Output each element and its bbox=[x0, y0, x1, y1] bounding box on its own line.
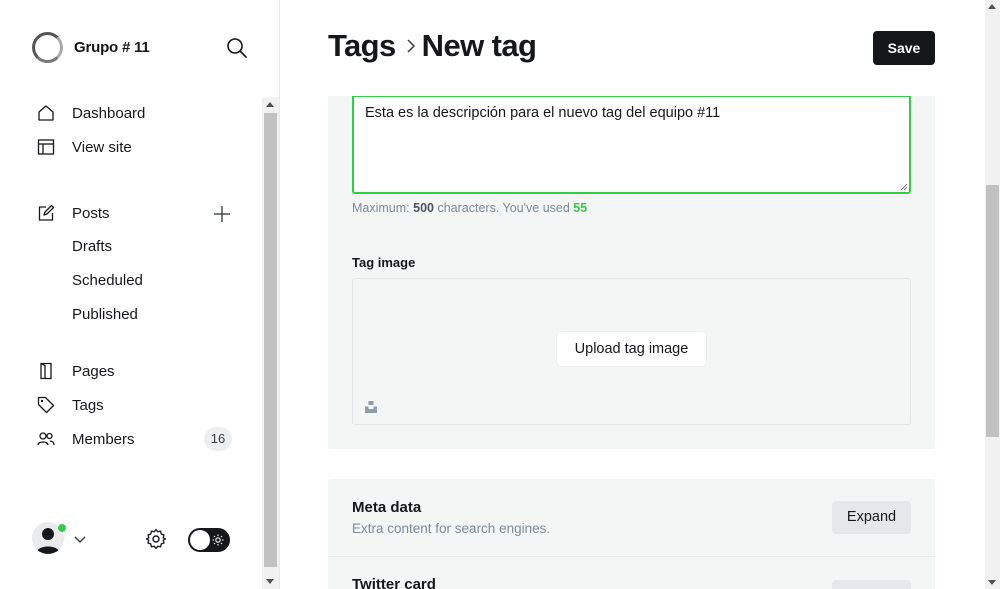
meta-data-title: Meta data bbox=[352, 499, 422, 516]
nav-members-label: Members bbox=[72, 430, 135, 448]
main-scroll-up-arrow[interactable] bbox=[988, 4, 996, 9]
hint-middle: characters. You've used bbox=[433, 201, 574, 215]
sidebar-footer bbox=[32, 522, 232, 558]
page-title-text: New tag bbox=[421, 28, 537, 63]
chevron-right-icon bbox=[407, 39, 415, 53]
hint-max: 500 bbox=[413, 201, 434, 215]
resize-grip-icon[interactable] bbox=[900, 183, 908, 191]
nav-view-site-label: View site bbox=[72, 138, 132, 156]
nav-posts-label: Posts bbox=[72, 204, 110, 222]
sun-icon bbox=[212, 534, 224, 546]
members-count-badge: 16 bbox=[204, 427, 232, 451]
page-icon bbox=[36, 361, 56, 381]
nav-drafts[interactable]: Drafts bbox=[72, 236, 112, 258]
main-scrollbar[interactable] bbox=[985, 0, 1000, 589]
page-title: Tags New tag bbox=[328, 28, 537, 64]
chevron-down-icon[interactable] bbox=[73, 532, 87, 546]
meta-data-expand-button[interactable]: Expand bbox=[832, 501, 911, 534]
breadcrumb-tags[interactable]: Tags bbox=[328, 28, 396, 64]
scroll-up-arrow[interactable] bbox=[266, 102, 274, 107]
sidebar-scrollbar[interactable] bbox=[262, 97, 279, 589]
main-content: Esta es la descripción para el nuevo tag… bbox=[280, 0, 985, 589]
site-logo bbox=[32, 32, 63, 63]
page-header: Tags New tag Save bbox=[280, 0, 985, 96]
nav-published[interactable]: Published bbox=[72, 304, 138, 326]
search-icon[interactable] bbox=[226, 37, 248, 59]
meta-sections-card: Meta data Extra content for search engin… bbox=[328, 479, 935, 589]
sidebar: Grupo # 11 Dashboard View site Posts Dra… bbox=[0, 0, 280, 589]
edit-icon bbox=[36, 203, 56, 223]
site-brand[interactable]: Grupo # 11 bbox=[32, 32, 150, 63]
nav-scheduled[interactable]: Scheduled bbox=[72, 270, 143, 292]
upload-tag-image-button[interactable]: Upload tag image bbox=[557, 332, 706, 366]
hint-used-count: 55 bbox=[573, 201, 588, 215]
nav-tags[interactable]: Tags bbox=[36, 394, 104, 416]
scrollbar-thumb[interactable] bbox=[264, 113, 277, 567]
main-scroll-down-arrow[interactable] bbox=[988, 580, 996, 585]
scroll-down-arrow[interactable] bbox=[266, 579, 274, 584]
character-count-hint: Maximum: 500 characters. You've used 55 bbox=[352, 201, 587, 215]
twitter-card-expand-button[interactable] bbox=[832, 580, 911, 589]
online-status-dot bbox=[57, 523, 67, 533]
save-button[interactable]: Save bbox=[873, 31, 935, 65]
home-icon bbox=[36, 103, 56, 123]
toggle-knob bbox=[190, 530, 210, 550]
main-scrollbar-thumb[interactable] bbox=[986, 185, 999, 437]
nav-members[interactable]: Members bbox=[36, 428, 135, 450]
site-name: Grupo # 11 bbox=[74, 39, 150, 56]
members-icon bbox=[36, 429, 56, 449]
tag-image-dropzone[interactable]: Upload tag image bbox=[352, 278, 911, 425]
new-post-plus-icon[interactable] bbox=[212, 204, 232, 224]
tag-icon bbox=[36, 395, 56, 415]
nav-view-site[interactable]: View site bbox=[36, 136, 132, 158]
nav-dashboard-label: Dashboard bbox=[72, 104, 146, 122]
nav-pages[interactable]: Pages bbox=[36, 360, 115, 382]
meta-data-description: Extra content for search engines. bbox=[352, 521, 551, 536]
nav-pages-label: Pages bbox=[72, 362, 115, 380]
unsplash-icon[interactable] bbox=[364, 400, 378, 414]
description-textarea[interactable]: Esta es la descripción para el nuevo tag… bbox=[352, 96, 911, 194]
gear-icon[interactable] bbox=[145, 528, 167, 550]
twitter-card-title: Twitter card bbox=[352, 576, 436, 589]
layout-icon bbox=[36, 137, 56, 157]
nav-dashboard[interactable]: Dashboard bbox=[36, 102, 145, 124]
hint-prefix: Maximum: bbox=[352, 201, 414, 215]
dark-mode-toggle[interactable] bbox=[188, 528, 230, 552]
nav-tags-label: Tags bbox=[72, 396, 104, 414]
description-value: Esta es la descripción para el nuevo tag… bbox=[365, 105, 721, 121]
tag-image-label: Tag image bbox=[352, 255, 416, 270]
tag-settings-card: Esta es la descripción para el nuevo tag… bbox=[328, 96, 935, 449]
meta-data-section: Meta data Extra content for search engin… bbox=[328, 479, 935, 557]
nav-posts[interactable]: Posts bbox=[36, 202, 110, 224]
